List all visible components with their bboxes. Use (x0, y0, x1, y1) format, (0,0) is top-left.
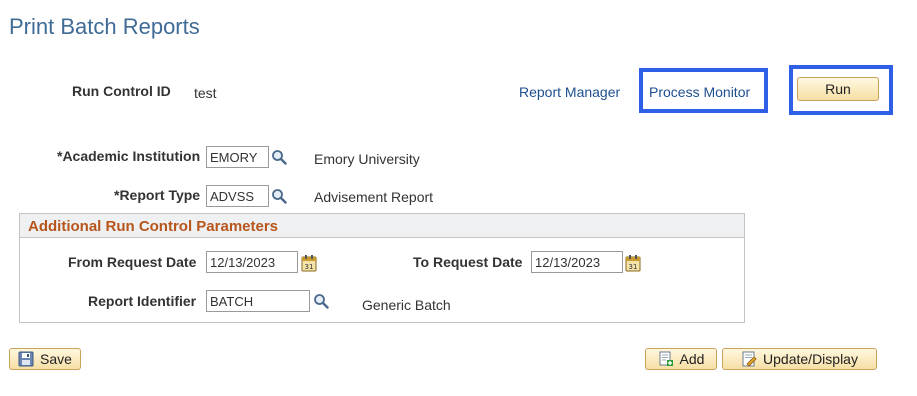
run-control-id-label: Run Control ID (72, 83, 171, 99)
additional-params-header: Additional Run Control Parameters (20, 214, 744, 238)
report-identifier-lookup-icon[interactable] (312, 292, 330, 310)
to-request-date-calendar-icon[interactable]: 31 (625, 254, 641, 272)
report-identifier-description: Generic Batch (362, 297, 451, 313)
add-button[interactable]: Add (645, 348, 717, 370)
from-request-date-calendar-icon[interactable]: 31 (301, 254, 317, 272)
process-monitor-link[interactable]: Process Monitor (649, 84, 750, 100)
to-request-date-label: To Request Date (413, 254, 523, 270)
add-button-label: Add (679, 351, 705, 367)
report-manager-link[interactable]: Report Manager (519, 84, 620, 100)
save-button[interactable]: Save (9, 348, 81, 370)
run-button-label: Run (825, 81, 851, 97)
floppy-disk-icon (18, 351, 34, 367)
pencil-document-icon (741, 351, 757, 367)
report-type-input[interactable] (206, 185, 269, 207)
svg-text:31: 31 (305, 263, 314, 271)
report-identifier-label: Report Identifier (88, 293, 197, 309)
report-type-lookup-icon[interactable] (270, 187, 288, 205)
save-button-label: Save (40, 351, 72, 367)
report-type-description: Advisement Report (314, 189, 434, 205)
add-document-icon (658, 351, 674, 367)
academic-institution-input[interactable] (206, 146, 269, 168)
additional-params-title: Additional Run Control Parameters (28, 218, 279, 235)
academic-institution-description: Emory University (314, 151, 420, 167)
academic-institution-label: *Academic Institution (57, 148, 201, 164)
report-type-label: *Report Type (114, 187, 201, 203)
page-title: Print Batch Reports (9, 14, 200, 39)
run-button[interactable]: Run (797, 77, 879, 101)
academic-institution-lookup-icon[interactable] (270, 148, 288, 166)
report-identifier-input[interactable] (206, 290, 310, 312)
run-control-id-value: test (194, 85, 217, 101)
update-display-button-label: Update/Display (763, 351, 858, 367)
to-request-date-input[interactable] (531, 251, 623, 273)
svg-text:31: 31 (629, 263, 638, 271)
update-display-button[interactable]: Update/Display (722, 348, 877, 370)
from-request-date-input[interactable] (206, 251, 298, 273)
from-request-date-label: From Request Date (68, 254, 197, 270)
